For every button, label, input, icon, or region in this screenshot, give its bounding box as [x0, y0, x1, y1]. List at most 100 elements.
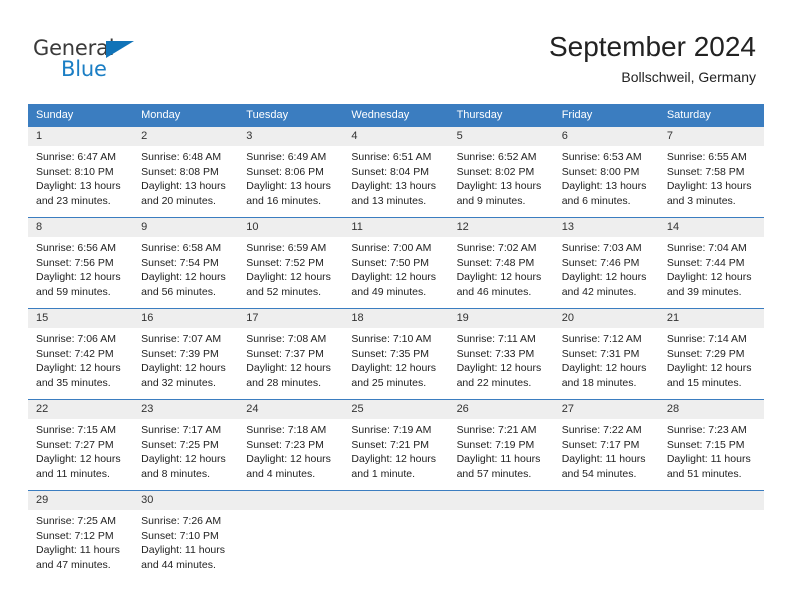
daylight-duration-line1: Daylight: 13 hours: [351, 180, 437, 192]
calendar-day-cell[interactable]: 7 Sunrise: 6:55 AM Sunset: 7:58 PM Daylight…: [658, 126, 764, 218]
day-box: 15 Sunrise: 7:06 AM Sunset: 7:42 PM Dayligh…: [28, 309, 134, 399]
day-number: 19: [448, 309, 554, 328]
sunrise-time: Sunrise: 7:11 AM: [456, 333, 536, 345]
calendar-day-cell[interactable]: 8 Sunrise: 6:56 AM Sunset: 7:56 PM Daylight…: [28, 217, 134, 309]
day-number: 7: [658, 127, 764, 146]
calendar-day-cell[interactable]: 23 Sunrise: 7:17 AM Sunset: 7:25 PM Dayligh…: [133, 399, 239, 491]
sunrise-time: Sunrise: 7:15 AM: [36, 424, 116, 436]
calendar-day-cell[interactable]: 11 Sunrise: 7:00 AM Sunset: 7:50 PM Dayligh…: [343, 217, 449, 309]
calendar-day-cell[interactable]: 14 Sunrise: 7:04 AM Sunset: 7:44 PM Dayligh…: [658, 217, 764, 309]
calendar-week-row: 29 Sunrise: 7:25 AM Sunset: 7:12 PM Dayligh…: [28, 490, 764, 579]
calendar-week-row: 22 Sunrise: 7:15 AM Sunset: 7:27 PM Dayligh…: [28, 399, 764, 491]
sunset-time: Sunset: 7:10 PM: [141, 529, 219, 542]
calendar-day-cell[interactable]: 18 Sunrise: 7:10 AM Sunset: 7:35 PM Dayligh…: [343, 308, 449, 400]
sunset-time: Sunset: 8:02 PM: [456, 165, 535, 178]
sunset-time: Sunset: 8:10 PM: [36, 165, 114, 178]
day-number: 27: [553, 400, 659, 419]
calendar-day-cell[interactable]: 17 Sunrise: 7:08 AM Sunset: 7:37 PM Dayligh…: [238, 308, 344, 400]
calendar-day-cell[interactable]: 1 Sunrise: 6:47 AM Sunset: 8:10 PM Daylight…: [28, 126, 134, 218]
sunrise-time: Sunrise: 7:12 AM: [561, 333, 642, 345]
calendar-day-cell[interactable]: 30 Sunrise: 7:26 AM Sunset: 7:10 PM Dayligh…: [133, 490, 239, 579]
day-details: Sunrise: 7:12 AM Sunset: 7:31 PM Daylight:…: [554, 328, 659, 390]
calendar-day-cell[interactable]: 6 Sunrise: 6:53 AM Sunset: 8:00 PM Daylight…: [553, 126, 659, 218]
calendar-day-cell[interactable]: 13 Sunrise: 7:03 AM Sunset: 7:46 PM Dayligh…: [553, 217, 659, 309]
daylight-duration-line2: and 46 minutes.: [456, 285, 532, 298]
day-number: 22: [28, 400, 134, 419]
calendar-day-cell[interactable]: 21 Sunrise: 7:14 AM Sunset: 7:29 PM Dayligh…: [658, 308, 764, 400]
day-box: 14 Sunrise: 7:04 AM Sunset: 7:44 PM Dayligh…: [658, 218, 764, 308]
daylight-duration-line2: and 9 minutes.: [456, 194, 526, 207]
sunrise-time: Sunrise: 6:51 AM: [351, 151, 432, 163]
day-number: 1: [28, 127, 134, 146]
day-details: Sunrise: 7:11 AM Sunset: 7:33 PM Daylight:…: [449, 328, 554, 390]
day-number: 20: [553, 309, 659, 328]
day-number: 5: [448, 127, 554, 146]
calendar-day-cell[interactable]: 2 Sunrise: 6:48 AM Sunset: 8:08 PM Daylight…: [133, 126, 239, 218]
calendar-day-cell[interactable]: 16 Sunrise: 7:07 AM Sunset: 7:39 PM Dayligh…: [133, 308, 239, 400]
calendar-day-cell[interactable]: 5 Sunrise: 6:52 AM Sunset: 8:02 PM Daylight…: [448, 126, 554, 218]
day-box: 3 Sunrise: 6:49 AM Sunset: 8:06 PM Daylight…: [238, 127, 344, 217]
calendar-day-cell[interactable]: 29 Sunrise: 7:25 AM Sunset: 7:12 PM Dayligh…: [28, 490, 134, 579]
weekday-header-row: Sunday Monday Tuesday Wednesday Thursday…: [28, 104, 764, 127]
calendar-day-cell[interactable]: 3 Sunrise: 6:49 AM Sunset: 8:06 PM Daylight…: [238, 126, 344, 218]
daylight-duration-line2: and 15 minutes.: [666, 376, 742, 389]
calendar-day-cell[interactable]: 28 Sunrise: 7:23 AM Sunset: 7:15 PM Dayligh…: [658, 399, 764, 491]
day-box: 25 Sunrise: 7:19 AM Sunset: 7:21 PM Dayligh…: [343, 400, 449, 490]
sunset-time: Sunset: 7:25 PM: [141, 438, 219, 451]
daylight-duration-line2: and 54 minutes.: [561, 467, 637, 480]
day-details: Sunrise: 7:19 AM Sunset: 7:21 PM Daylight:…: [343, 419, 448, 481]
day-number: [658, 491, 764, 510]
daylight-duration-line2: and 1 minute.: [351, 467, 416, 480]
calendar-day-cell[interactable]: 19 Sunrise: 7:11 AM Sunset: 7:33 PM Dayligh…: [448, 308, 554, 400]
daylight-duration-line1: Daylight: 12 hours: [246, 453, 331, 465]
calendar-day-cell[interactable]: 26 Sunrise: 7:21 AM Sunset: 7:19 PM Dayligh…: [448, 399, 554, 491]
daylight-duration-line1: Daylight: 12 hours: [351, 271, 437, 283]
daylight-duration-line2: and 52 minutes.: [246, 285, 321, 298]
sunset-time: Sunset: 7:12 PM: [36, 529, 114, 542]
sunrise-time: Sunrise: 7:02 AM: [456, 242, 537, 254]
calendar-day-cell[interactable]: 25 Sunrise: 7:19 AM Sunset: 7:21 PM Dayligh…: [343, 399, 449, 491]
calendar-header-row: Sunday Monday Tuesday Wednesday Thursday…: [28, 104, 764, 127]
page-header: General Blue September 2024 Bollschweil,…: [0, 0, 792, 96]
daylight-duration-line1: Daylight: 13 hours: [456, 180, 542, 192]
calendar-day-cell[interactable]: 20 Sunrise: 7:12 AM Sunset: 7:31 PM Dayligh…: [553, 308, 659, 400]
day-box: 16 Sunrise: 7:07 AM Sunset: 7:39 PM Dayligh…: [133, 309, 239, 399]
daylight-duration-line1: Daylight: 12 hours: [456, 271, 542, 283]
page-subtitle-location: Bollschweil, Germany: [621, 69, 756, 85]
sunrise-time: Sunrise: 6:53 AM: [561, 151, 642, 163]
calendar-day-cell[interactable]: 15 Sunrise: 7:06 AM Sunset: 7:42 PM Dayligh…: [28, 308, 134, 400]
calendar-day-cell[interactable]: 27 Sunrise: 7:22 AM Sunset: 7:17 PM Dayligh…: [553, 399, 659, 491]
calendar-day-cell-empty: [238, 490, 344, 579]
daylight-duration-line1: Daylight: 12 hours: [141, 453, 226, 465]
calendar-day-cell[interactable]: 24 Sunrise: 7:18 AM Sunset: 7:23 PM Dayligh…: [238, 399, 344, 491]
day-number: 3: [238, 127, 344, 146]
day-details: Sunrise: 7:00 AM Sunset: 7:50 PM Daylight:…: [343, 237, 448, 299]
calendar-day-cell[interactable]: 4 Sunrise: 6:51 AM Sunset: 8:04 PM Daylight…: [343, 126, 449, 218]
day-details: Sunrise: 6:53 AM Sunset: 8:00 PM Daylight:…: [554, 146, 659, 208]
sunset-time: Sunset: 8:04 PM: [351, 165, 430, 178]
calendar-day-cell-empty: [343, 490, 449, 579]
day-details: Sunrise: 6:51 AM Sunset: 8:04 PM Daylight:…: [343, 146, 448, 208]
day-box: 28 Sunrise: 7:23 AM Sunset: 7:15 PM Dayligh…: [658, 400, 764, 490]
daylight-duration-line1: Daylight: 11 hours: [141, 544, 225, 556]
day-details: Sunrise: 7:26 AM Sunset: 7:10 PM Daylight:…: [133, 510, 238, 572]
daylight-duration-line1: Daylight: 12 hours: [456, 362, 542, 374]
day-number: 13: [553, 218, 659, 237]
daylight-duration-line1: Daylight: 12 hours: [561, 362, 647, 374]
day-number: 12: [448, 218, 554, 237]
daylight-duration-line1: Daylight: 12 hours: [36, 453, 121, 465]
calendar-day-cell[interactable]: 22 Sunrise: 7:15 AM Sunset: 7:27 PM Dayligh…: [28, 399, 134, 491]
day-details: Sunrise: 6:49 AM Sunset: 8:06 PM Daylight:…: [238, 146, 343, 208]
calendar-table: Sunday Monday Tuesday Wednesday Thursday…: [28, 104, 764, 579]
calendar-day-cell[interactable]: 10 Sunrise: 6:59 AM Sunset: 7:52 PM Dayligh…: [238, 217, 344, 309]
sunrise-time: Sunrise: 7:23 AM: [666, 424, 747, 436]
day-details: Sunrise: 7:03 AM Sunset: 7:46 PM Daylight:…: [554, 237, 659, 299]
daylight-duration-line1: Daylight: 11 hours: [36, 544, 120, 556]
calendar-day-cell[interactable]: 9 Sunrise: 6:58 AM Sunset: 7:54 PM Daylight…: [133, 217, 239, 309]
calendar-day-cell[interactable]: 12 Sunrise: 7:02 AM Sunset: 7:48 PM Dayligh…: [448, 217, 554, 309]
day-box: 24 Sunrise: 7:18 AM Sunset: 7:23 PM Dayligh…: [238, 400, 344, 490]
day-box: [343, 491, 449, 579]
daylight-duration-line1: Daylight: 11 hours: [456, 453, 541, 465]
day-number: 6: [553, 127, 659, 146]
daylight-duration-line2: and 13 minutes.: [351, 194, 427, 207]
